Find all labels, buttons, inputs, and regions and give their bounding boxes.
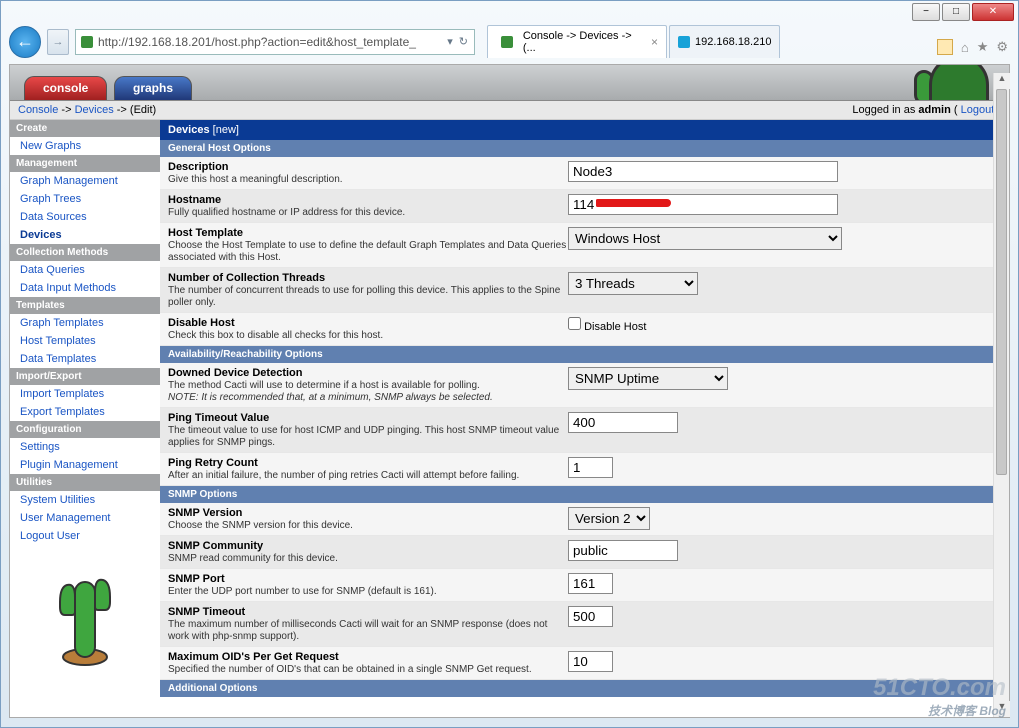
home-icon[interactable]: ⌂: [961, 40, 969, 55]
sidebar-hdr-configuration: Configuration: [10, 421, 160, 438]
host-template-select[interactable]: Windows Host: [568, 227, 842, 250]
sidebar: Create New Graphs Management Graph Manag…: [10, 120, 160, 697]
ping-retry-input[interactable]: [568, 457, 613, 478]
field-max-oid-label: Maximum OID's Per Get Request: [168, 651, 339, 663]
tab-1-close-icon[interactable]: ×: [651, 35, 658, 49]
tab2-favicon-icon: [678, 36, 690, 48]
field-host-template-label: Host Template: [168, 227, 243, 239]
cactus-decor-icon: [929, 65, 989, 101]
browser-tab-1[interactable]: Console -> Devices -> (... ×: [487, 25, 667, 58]
section-additional: Additional Options: [160, 680, 1009, 697]
snmp-timeout-input[interactable]: [568, 606, 613, 627]
sidebar-user-management[interactable]: User Management: [10, 509, 160, 527]
scroll-up-icon[interactable]: ▲: [994, 73, 1010, 89]
section-snmp: SNMP Options: [160, 486, 1009, 503]
tab-1-title: Console -> Devices -> (...: [523, 30, 646, 54]
threads-select[interactable]: 3 Threads: [568, 272, 698, 295]
cacti-favicon-icon: [81, 36, 93, 48]
snmp-port-input[interactable]: [568, 573, 613, 594]
sidebar-logout-user[interactable]: Logout User: [10, 527, 160, 545]
field-description-label: Description: [168, 161, 229, 173]
sidebar-settings[interactable]: Settings: [10, 438, 160, 456]
sidebar-graph-management[interactable]: Graph Management: [10, 172, 160, 190]
sidebar-graph-trees[interactable]: Graph Trees: [10, 190, 160, 208]
field-disable-label: Disable Host: [168, 317, 235, 329]
sidebar-data-input[interactable]: Data Input Methods: [10, 279, 160, 297]
url-dropdown-icon[interactable]: ▾: [447, 35, 453, 48]
snmp-version-select[interactable]: Version 2: [568, 507, 650, 530]
sidebar-host-templates[interactable]: Host Templates: [10, 332, 160, 350]
tab-favicon-icon: [501, 36, 513, 48]
scroll-down-icon[interactable]: ▼: [994, 701, 1010, 717]
main-panel: Devices [new] General Host Options Descr…: [160, 120, 1009, 697]
favorites-icon[interactable]: ★: [977, 39, 989, 55]
sidebar-devices[interactable]: Devices: [10, 226, 160, 244]
field-snmp-port-label: SNMP Port: [168, 573, 225, 585]
nav-back-button[interactable]: ←: [9, 26, 41, 58]
field-ping-retry-label: Ping Retry Count: [168, 457, 258, 469]
window-maximize[interactable]: □: [942, 3, 970, 21]
max-oid-input[interactable]: [568, 651, 613, 672]
sidebar-data-queries[interactable]: Data Queries: [10, 261, 160, 279]
cactus-logo-icon: [45, 557, 125, 667]
tab-console[interactable]: console: [24, 76, 107, 100]
snmp-community-input[interactable]: [568, 540, 678, 561]
sidebar-hdr-collection: Collection Methods: [10, 244, 160, 261]
tools-gear-icon[interactable]: ⚙: [996, 39, 1008, 55]
vertical-scrollbar[interactable]: ▲ ▼: [993, 73, 1009, 717]
browser-tab-2[interactable]: 192.168.18.210: [669, 25, 780, 58]
sidebar-hdr-utilities: Utilities: [10, 474, 160, 491]
sidebar-graph-templates[interactable]: Graph Templates: [10, 314, 160, 332]
url-input[interactable]: http://192.168.18.201/host.php?action=ed…: [75, 29, 475, 55]
logout-link[interactable]: Logout: [961, 104, 995, 116]
tab-graphs[interactable]: graphs: [114, 76, 192, 100]
disable-host-checkbox[interactable]: [568, 317, 581, 330]
scroll-thumb[interactable]: [996, 89, 1007, 475]
window-minimize[interactable]: −: [912, 3, 940, 21]
sidebar-data-templates[interactable]: Data Templates: [10, 350, 160, 368]
redaction-mark: [596, 199, 671, 207]
url-text: http://192.168.18.201/host.php?action=ed…: [98, 35, 441, 49]
window-close[interactable]: ✕: [972, 3, 1014, 21]
field-snmp-ver-label: SNMP Version: [168, 507, 242, 519]
logged-user: admin: [918, 104, 950, 116]
sidebar-plugin-management[interactable]: Plugin Management: [10, 456, 160, 474]
sidebar-system-utilities[interactable]: System Utilities: [10, 491, 160, 509]
feed-icon[interactable]: [937, 39, 953, 55]
nav-forward-button[interactable]: →: [47, 29, 69, 55]
field-ping-timeout-label: Ping Timeout Value: [168, 412, 269, 424]
app-header: console graphs: [10, 65, 1009, 101]
logged-in-label: Logged in as: [852, 104, 918, 116]
sidebar-data-sources[interactable]: Data Sources: [10, 208, 160, 226]
section-availability: Availability/Reachability Options: [160, 346, 1009, 363]
field-threads-label: Number of Collection Threads: [168, 272, 325, 284]
sidebar-hdr-import-export: Import/Export: [10, 368, 160, 385]
description-input[interactable]: [568, 161, 838, 182]
sidebar-hdr-templates: Templates: [10, 297, 160, 314]
sidebar-export-templates[interactable]: Export Templates: [10, 403, 160, 421]
breadcrumb-devices-link[interactable]: Devices: [75, 104, 114, 116]
breadcrumb: Console -> Devices -> (Edit) Logged in a…: [10, 101, 1009, 120]
field-snmp-timeout-label: SNMP Timeout: [168, 606, 245, 618]
url-refresh-icon[interactable]: ↻: [459, 35, 468, 48]
sidebar-new-graphs[interactable]: New Graphs: [10, 137, 160, 155]
sidebar-hdr-create: Create: [10, 120, 160, 137]
disable-host-label[interactable]: Disable Host: [568, 321, 646, 333]
field-hostname-label: Hostname: [168, 194, 221, 206]
sidebar-import-templates[interactable]: Import Templates: [10, 385, 160, 403]
page-title: Devices [new]: [160, 120, 1009, 140]
downed-select[interactable]: SNMP Uptime: [568, 367, 728, 390]
ping-timeout-input[interactable]: [568, 412, 678, 433]
breadcrumb-console-link[interactable]: Console: [18, 104, 58, 116]
tab-2-title: 192.168.18.210: [695, 36, 771, 48]
section-general: General Host Options: [160, 140, 1009, 157]
field-downed-label: Downed Device Detection: [168, 367, 302, 379]
field-snmp-comm-label: SNMP Community: [168, 540, 263, 552]
sidebar-hdr-management: Management: [10, 155, 160, 172]
